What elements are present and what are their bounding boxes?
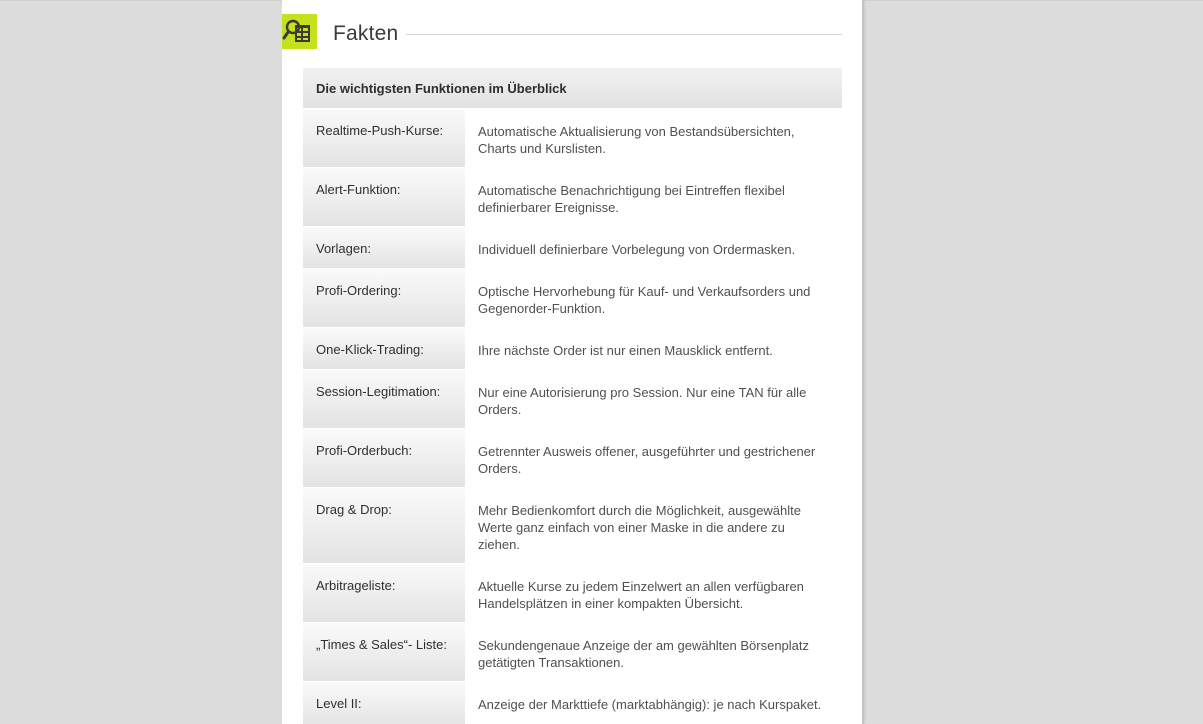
table-row: Realtime-Push-Kurse: Automatische Aktual… (303, 108, 842, 167)
row-description: Optische Hervorhebung für Kauf- und Verk… (465, 269, 842, 327)
row-description: Ihre nächste Order ist nur einen Mauskli… (465, 328, 842, 369)
row-description: Getrennter Ausweis offener, ausgeführter… (465, 429, 842, 487)
row-label: Profi-Orderbuch: (303, 429, 465, 487)
row-label: „Times & Sales“- Liste: (303, 623, 465, 681)
table-row: Vorlagen: Individuell definierbare Vorbe… (303, 226, 842, 268)
row-description: Aktuelle Kurse zu jedem Einzelwert an al… (465, 564, 842, 622)
row-label: Arbitrageliste: (303, 564, 465, 622)
row-description: Automatische Benachrichtigung bei Eintre… (465, 168, 842, 226)
row-description: Mehr Bedienkomfort durch die Möglichkeit… (465, 488, 842, 563)
row-label: Session-Legitimation: (303, 370, 465, 428)
row-description: Automatische Aktualisierung von Bestands… (465, 109, 842, 167)
row-description: Nur eine Autorisierung pro Session. Nur … (465, 370, 842, 428)
row-description: Individuell definierbare Vorbelegung von… (465, 227, 842, 268)
table-row: Session-Legitimation: Nur eine Autorisie… (303, 369, 842, 428)
row-label: Level II: (303, 682, 465, 724)
row-label: Profi-Ordering: (303, 269, 465, 327)
row-label: Vorlagen: (303, 227, 465, 268)
table-row: Profi-Ordering: Optische Hervorhebung fü… (303, 268, 842, 327)
row-label: One-Klick-Trading: (303, 328, 465, 369)
table-row: Drag & Drop: Mehr Bedienkomfort durch di… (303, 487, 842, 563)
row-label: Realtime-Push-Kurse: (303, 109, 465, 167)
table-row: Level II: Anzeige der Markttiefe (markta… (303, 681, 842, 724)
table-row: One-Klick-Trading: Ihre nächste Order is… (303, 327, 842, 369)
table-row: Profi-Orderbuch: Getrennter Ausweis offe… (303, 428, 842, 487)
table-header: Die wichtigsten Funktionen im Überblick (303, 68, 842, 108)
row-description: Anzeige der Markttiefe (marktabhängig): … (465, 682, 842, 724)
row-description: Sekundengenaue Anzeige der am gewählten … (465, 623, 842, 681)
row-label: Alert-Funktion: (303, 168, 465, 226)
section-title: Fakten (333, 22, 399, 45)
content-panel: Fakten Die wichtigsten Funktionen im Übe… (282, 0, 864, 724)
table-row: „Times & Sales“- Liste: Sekundengenaue A… (303, 622, 842, 681)
features-table: Die wichtigsten Funktionen im Überblick … (303, 68, 842, 724)
document-search-icon (282, 14, 317, 49)
row-label: Drag & Drop: (303, 488, 465, 563)
table-row: Alert-Funktion: Automatische Benachricht… (303, 167, 842, 226)
table-row: Arbitrageliste: Aktuelle Kurse zu jedem … (303, 563, 842, 622)
title-divider (406, 34, 842, 35)
